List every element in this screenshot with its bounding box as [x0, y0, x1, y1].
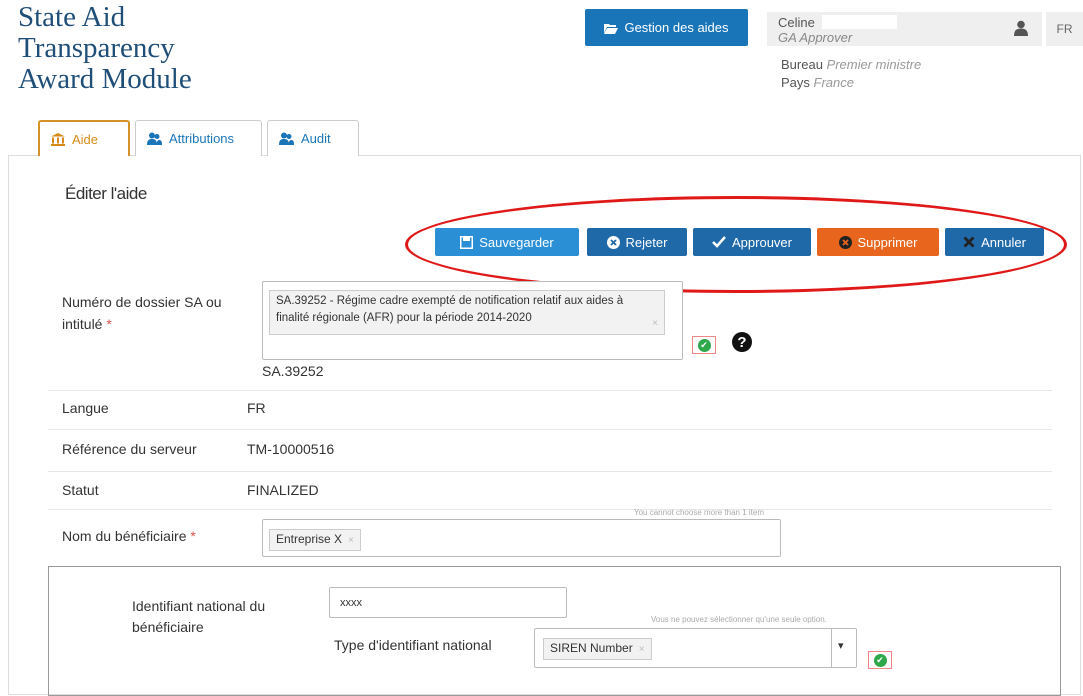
type-identifiant-chip: SIREN Number × [543, 638, 652, 660]
reference-label: Référence du serveur [62, 441, 197, 457]
divider [48, 390, 1052, 391]
tab-attributions-label: Attributions [169, 131, 235, 146]
user-role: GA Approver [778, 30, 853, 45]
pays-line: Pays France [781, 75, 854, 90]
dossier-code: SA.39252 [262, 363, 324, 379]
pays-value: France [813, 75, 854, 90]
type-identifiant-label: Type d'identifiant national [334, 637, 492, 653]
langue-value: FR [247, 400, 266, 416]
tab-aide[interactable]: Aide [38, 120, 130, 156]
statut-label: Statut [62, 482, 99, 498]
dossier-chip: SA.39252 - Régime cadre exempté de notif… [269, 290, 665, 335]
select-divider [831, 629, 832, 667]
chip-remove-icon[interactable]: × [639, 644, 645, 655]
gestion-des-aides-label: Gestion des aides [624, 20, 729, 35]
dossier-chip-text: SA.39252 - Régime cadre exempté de notif… [276, 295, 624, 324]
help-icon[interactable]: ? [732, 332, 752, 352]
langue-label: Langue [62, 400, 109, 416]
chip-remove-icon[interactable]: × [348, 535, 354, 546]
beneficiaire-chip: Entreprise X × [269, 529, 361, 551]
required-marker: * [190, 528, 196, 544]
app-title: State Aid Transparency Award Module [18, 1, 192, 95]
beneficiaire-label: Nom du bénéficiaire * [62, 528, 196, 544]
tab-bar: Aide Attributions Audit [38, 120, 359, 156]
user-name: Celine [778, 15, 815, 30]
user-box[interactable]: Celine GA Approver [767, 12, 1042, 46]
identifiant-label: Identifiant national du bénéficiaire [132, 598, 266, 635]
user-icon [1014, 20, 1028, 36]
type-identifiant-select[interactable]: SIREN Number × ▾ [534, 628, 857, 668]
divider [48, 471, 1052, 472]
folder-open-icon [604, 23, 619, 34]
type-identifiant-hint: Vous ne pouvez sélectionner qu'une seule… [651, 615, 827, 624]
chip-remove-icon[interactable]: × [652, 315, 658, 332]
user-name-redaction [822, 15, 897, 29]
users-icon [147, 132, 162, 145]
dossier-label: Numéro de dossier SA ou intitulé * [62, 291, 247, 335]
divider [48, 429, 1052, 430]
chevron-down-icon[interactable]: ▾ [838, 639, 844, 652]
panel-title: Éditer l'aide [65, 184, 147, 203]
beneficiaire-select[interactable]: Entreprise X × [262, 519, 781, 557]
gestion-des-aides-button[interactable]: Gestion des aides [585, 9, 748, 46]
type-identifiant-chip-text: SIREN Number [550, 641, 633, 655]
beneficiaire-chip-text: Entreprise X [276, 532, 343, 546]
valid-check: ✔ [692, 336, 716, 354]
check-circle-icon: ✔ [697, 338, 711, 352]
statut-value: FINALIZED [247, 482, 319, 498]
required-marker: * [106, 316, 112, 332]
dossier-label-text: Numéro de dossier SA ou intitulé [62, 294, 222, 332]
pays-label: Pays [781, 75, 810, 90]
bureau-label: Bureau [781, 57, 823, 72]
tab-aide-label: Aide [72, 131, 99, 147]
tab-audit[interactable]: Audit [267, 120, 359, 156]
valid-check: ✔ [868, 651, 892, 669]
check-circle-icon: ✔ [873, 653, 887, 667]
language-switch[interactable]: FR [1046, 12, 1083, 46]
tab-attributions[interactable]: Attributions [135, 120, 262, 156]
identifiant-input[interactable]: xxxx [329, 587, 567, 618]
highlight-ellipse [405, 196, 1067, 293]
beneficiaire-hint: You cannot choose more than 1 item [634, 508, 765, 517]
reference-value: TM-10000516 [247, 441, 335, 457]
bureau-value: Premier ministre [826, 57, 922, 72]
users-icon [279, 132, 294, 145]
bureau-line: Bureau Premier ministre [781, 57, 921, 72]
dossier-select[interactable]: SA.39252 - Régime cadre exempté de notif… [262, 281, 683, 360]
beneficiaire-label-text: Nom du bénéficiaire [62, 528, 187, 544]
bank-icon [51, 132, 65, 146]
tab-audit-label: Audit [301, 131, 331, 146]
divider [48, 509, 1052, 510]
